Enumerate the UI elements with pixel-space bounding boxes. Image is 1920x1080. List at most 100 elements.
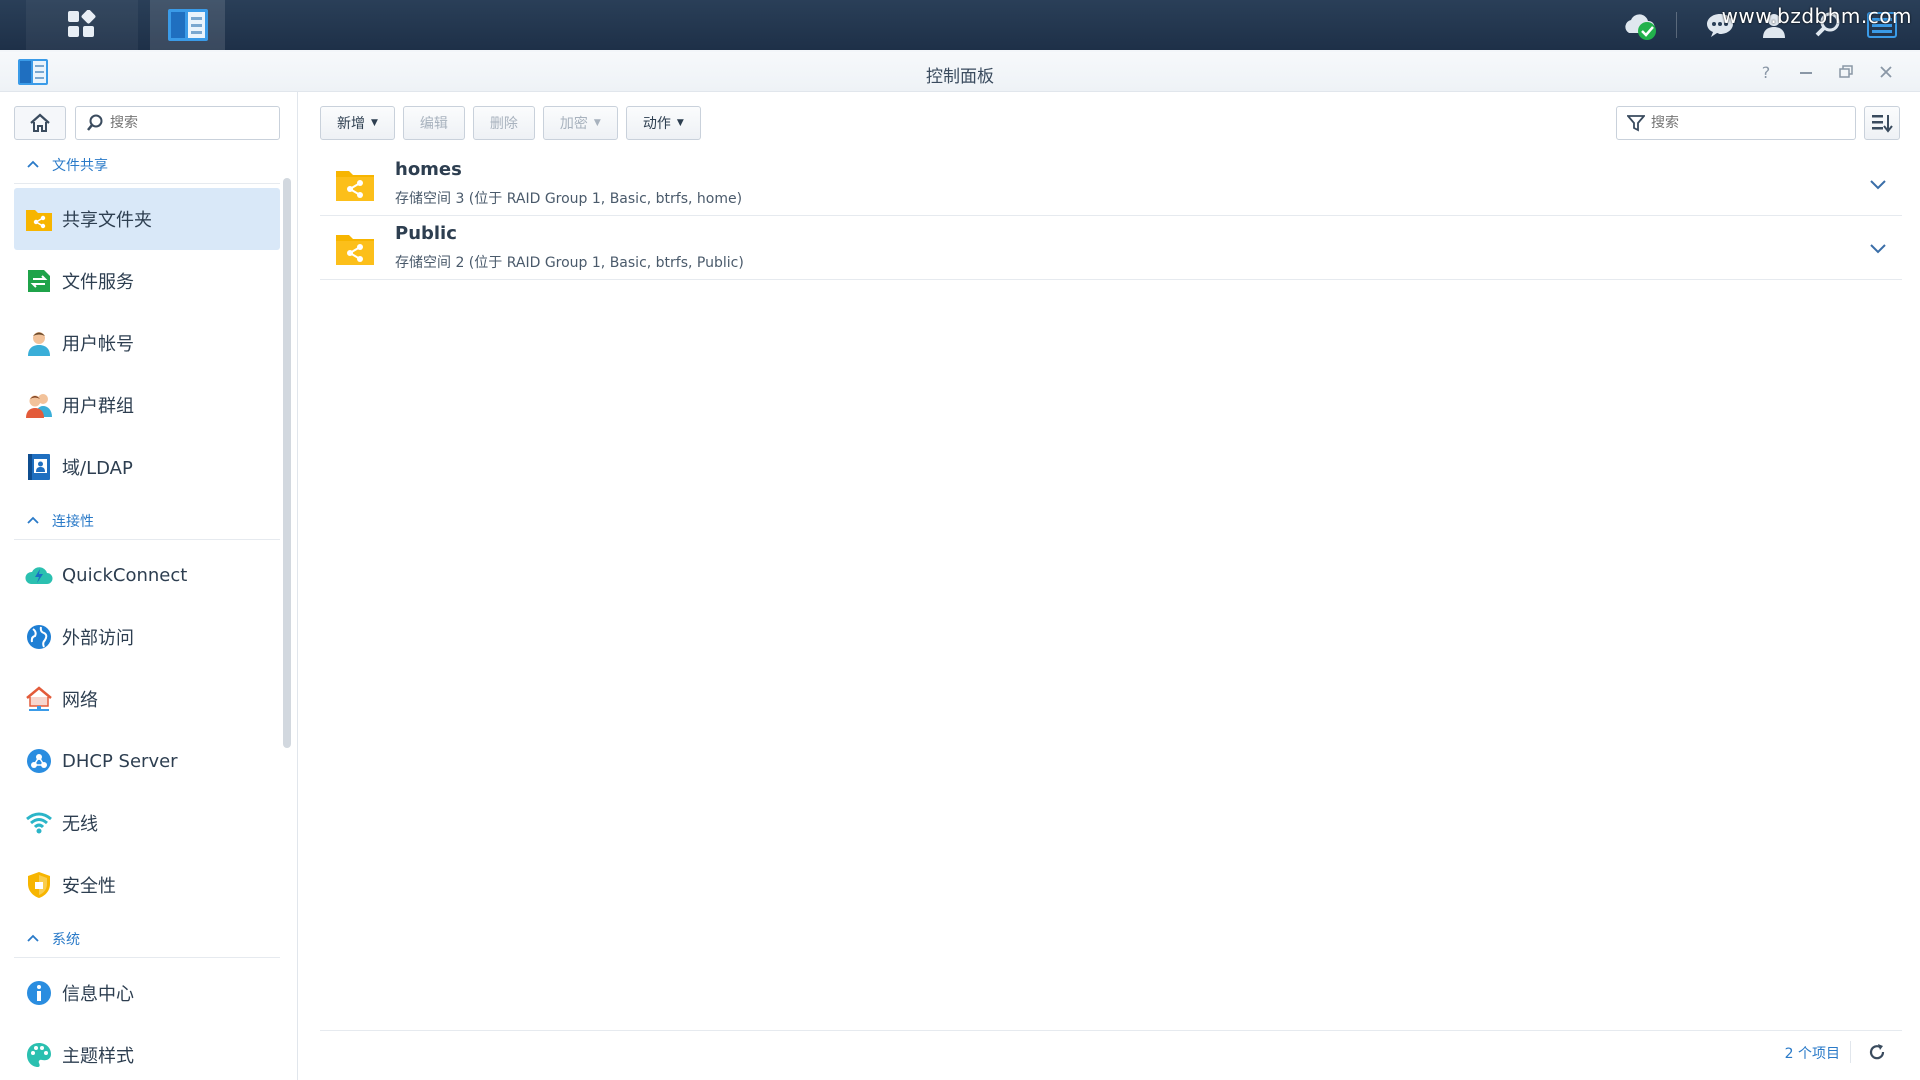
filter-search-input[interactable]: [1651, 115, 1841, 131]
delete-label: 删除: [489, 116, 518, 132]
sidebar-item-domain-ldap[interactable]: 域/LDAP: [14, 436, 280, 498]
sidebar-item-label: 无线: [62, 814, 98, 835]
close-button[interactable]: [1874, 60, 1898, 84]
group-icon: [24, 390, 54, 420]
filter-icon: [1627, 115, 1645, 132]
section-system[interactable]: 系统: [14, 920, 280, 958]
chevron-down-icon[interactable]: [1868, 238, 1888, 258]
create-button[interactable]: 新增 ▼: [320, 106, 395, 140]
section-file-sharing[interactable]: 文件共享: [14, 146, 280, 184]
encrypt-label: 加密: [559, 116, 588, 132]
sidebar-item-label: 外部访问: [62, 628, 134, 649]
sidebar-nav: 文件共享 共享文件夹 文件服务 用户帐号 用户群组 域/LDAP 连接性 Qui…: [14, 146, 280, 1080]
sort-button[interactable]: [1864, 106, 1900, 140]
close-icon: [1880, 66, 1892, 78]
file-services-icon: [24, 266, 54, 296]
action-label: 动作: [642, 116, 671, 132]
list-item[interactable]: Public 存储空间 2 (位于 RAID Group 1, Basic, b…: [320, 216, 1902, 280]
chevron-down-icon[interactable]: [1868, 174, 1888, 194]
folder-name: homes: [395, 159, 462, 180]
watermark-text: www.bzdbhm.com: [1721, 4, 1912, 28]
sidebar-item-info-center[interactable]: 信息中心: [14, 962, 280, 1024]
sidebar-search-input[interactable]: [110, 115, 270, 131]
maximize-button[interactable]: [1834, 60, 1858, 84]
search-icon: [87, 114, 103, 131]
window-titlebar[interactable]: 控制面板 ?: [0, 52, 1920, 92]
chevron-up-icon: [26, 932, 40, 946]
ldap-icon: [24, 452, 54, 482]
sidebar-item-dhcp-server[interactable]: DHCP Server: [14, 730, 280, 792]
sidebar-item-label: 用户群组: [62, 396, 134, 417]
sidebar-item-security[interactable]: 安全性: [14, 854, 280, 916]
refresh-button[interactable]: [1850, 1041, 1888, 1063]
cloud-check-icon: [1625, 14, 1656, 40]
sidebar-item-label: 用户帐号: [62, 334, 134, 355]
sidebar-item-user-accounts[interactable]: 用户帐号: [14, 312, 280, 374]
taskbar-control-panel-button[interactable]: [150, 0, 225, 50]
sidebar-search[interactable]: [75, 106, 280, 140]
refresh-icon: [1869, 1044, 1884, 1060]
section-connectivity[interactable]: 连接性: [14, 502, 280, 540]
sidebar-item-user-groups[interactable]: 用户群组: [14, 374, 280, 436]
control-panel-icon: [167, 9, 208, 41]
help-icon: ?: [1761, 62, 1771, 82]
dhcp-icon: [24, 746, 54, 776]
sidebar-scrollbar[interactable]: [283, 178, 291, 748]
shared-folder-icon: [336, 170, 374, 201]
user-icon: [24, 328, 54, 358]
shared-folder-list: homes 存储空间 3 (位于 RAID Group 1, Basic, bt…: [320, 152, 1902, 280]
sidebar-item-wireless[interactable]: 无线: [14, 792, 280, 854]
taskbar: www.bzdbhm.com: [0, 0, 1920, 50]
action-button[interactable]: 动作 ▼: [625, 106, 701, 140]
edit-button[interactable]: 编辑: [402, 106, 465, 140]
sidebar: 文件共享 共享文件夹 文件服务 用户帐号: [0, 92, 298, 1080]
help-button[interactable]: ?: [1754, 60, 1778, 84]
create-label: 新增: [337, 116, 365, 132]
sidebar-item-external-access[interactable]: 外部访问: [14, 606, 280, 668]
window-title: 控制面板: [926, 67, 994, 87]
main-content: 新增 ▼ 编辑 删除 加密 ▼ 动作 ▼ 搜索 homes 存储空间 3 (位于…: [298, 92, 1920, 1080]
sidebar-item-label: 信息中心: [62, 984, 134, 1005]
sidebar-item-file-services[interactable]: 文件服务: [14, 250, 280, 312]
sort-icon: [1872, 115, 1893, 133]
security-shield-icon: [24, 870, 54, 900]
shared-folder-icon: [24, 204, 54, 234]
folder-description: 存储空间 3 (位于 RAID Group 1, Basic, btrfs, h…: [395, 191, 743, 207]
chevron-up-icon: [26, 514, 40, 528]
minimize-button[interactable]: [1794, 60, 1818, 84]
cloud-sync-status[interactable]: [1618, 0, 1662, 50]
sidebar-item-label: 文件服务: [62, 272, 134, 293]
section-label: 系统: [52, 931, 80, 948]
caret-down-icon: ▼: [593, 118, 601, 128]
list-item[interactable]: homes 存储空间 3 (位于 RAID Group 1, Basic, bt…: [320, 152, 1902, 216]
section-label: 文件共享: [52, 157, 108, 174]
theme-palette-icon: [24, 1040, 54, 1070]
filter-search[interactable]: [1616, 106, 1856, 140]
caret-down-icon: ▼: [371, 118, 378, 128]
restore-icon: [1839, 65, 1853, 78]
list-footer: 2 个项目: [320, 1030, 1902, 1070]
edit-label: 编辑: [419, 116, 448, 132]
sidebar-item-label: QuickConnect: [62, 564, 188, 586]
home-button[interactable]: [14, 106, 66, 140]
home-icon: [30, 113, 50, 132]
sidebar-item-quickconnect[interactable]: QuickConnect: [14, 544, 280, 606]
caret-down-icon: ▼: [676, 118, 684, 128]
quickconnect-icon: [24, 560, 54, 590]
delete-button[interactable]: 删除: [472, 106, 535, 140]
item-count: 2 个项目: [1784, 1046, 1840, 1062]
minimize-icon: [1800, 72, 1812, 74]
encrypt-button[interactable]: 加密 ▼: [542, 106, 618, 140]
sidebar-item-theme[interactable]: 主题样式: [14, 1024, 280, 1080]
sidebar-item-label: DHCP Server: [62, 750, 178, 772]
sidebar-item-label: 网络: [62, 690, 98, 711]
folder-description: 存储空间 2 (位于 RAID Group 1, Basic, btrfs, P…: [395, 255, 744, 271]
sidebar-item-network[interactable]: 网络: [14, 668, 280, 730]
sidebar-item-label: 域/LDAP: [62, 458, 133, 479]
sidebar-item-label: 安全性: [62, 876, 116, 897]
sidebar-item-shared-folder[interactable]: 共享文件夹: [14, 188, 280, 250]
sidebar-item-label: 主题样式: [62, 1046, 134, 1067]
chevron-up-icon: [26, 158, 40, 172]
folder-name: Public: [395, 223, 457, 244]
main-menu-button[interactable]: [26, 0, 138, 50]
